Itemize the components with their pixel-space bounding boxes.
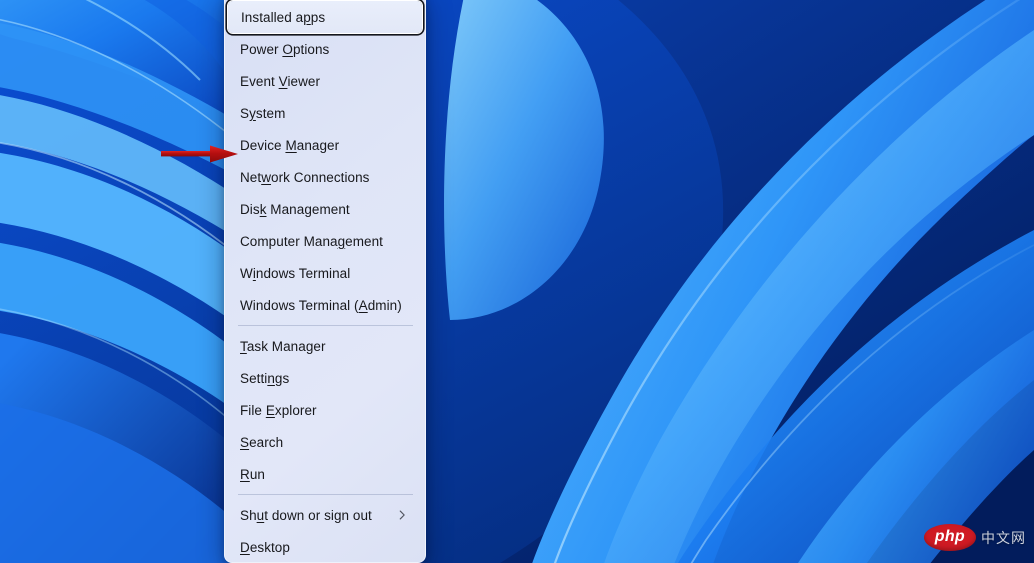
menu-item-system[interactable]: System (227, 97, 423, 129)
menu-item-label: File Explorer (240, 402, 317, 418)
menu-item-installed-apps[interactable]: Installed apps (228, 1, 422, 33)
menu-item-power-options[interactable]: Power Options (227, 33, 423, 65)
menu-item-device-manager[interactable]: Device Manager (227, 129, 423, 161)
menu-separator (238, 494, 413, 495)
menu-item-label: Event Viewer (240, 73, 321, 89)
menu-item-label: Settings (240, 370, 290, 386)
menu-item-label: Installed apps (241, 9, 326, 25)
menu-item-label: Computer Management (240, 233, 383, 249)
desktop-screen: Installed apps Power Options Event Viewer S… (0, 0, 1034, 563)
menu-item-label: System (240, 105, 286, 121)
menu-item-shut-down-or-sign-out[interactable]: Shut down or sign out (227, 499, 423, 531)
menu-item-label: Disk Management (240, 201, 350, 217)
menu-item-computer-management[interactable]: Computer Management (227, 225, 423, 257)
menu-separator (238, 325, 413, 326)
menu-item-label: Run (240, 466, 265, 482)
menu-item-event-viewer[interactable]: Event Viewer (227, 65, 423, 97)
menu-item-label: Shut down or sign out (240, 507, 372, 523)
chevron-right-icon (395, 508, 409, 522)
menu-item-desktop[interactable]: Desktop (227, 531, 423, 562)
desktop-wallpaper (0, 0, 1034, 563)
menu-item-network-connections[interactable]: Network Connections (227, 161, 423, 193)
menu-item-label: Device Manager (240, 137, 340, 153)
menu-item-task-manager[interactable]: Task Manager (227, 330, 423, 362)
menu-item-label: Desktop (240, 539, 290, 555)
menu-item-label: Windows Terminal (240, 265, 351, 281)
menu-item-run[interactable]: Run (227, 458, 423, 490)
menu-item-label: Search (240, 434, 284, 450)
win-x-context-menu[interactable]: Installed apps Power Options Event Viewer S… (224, 0, 426, 563)
menu-item-label: Power Options (240, 41, 330, 57)
menu-item-label: Task Manager (240, 338, 326, 354)
menu-item-search[interactable]: Search (227, 426, 423, 458)
menu-item-disk-management[interactable]: Disk Management (227, 193, 423, 225)
menu-item-settings[interactable]: Settings (227, 362, 423, 394)
wallpaper-bloom-art (0, 0, 1034, 563)
menu-item-windows-terminal-admin[interactable]: Windows Terminal (Admin) (227, 289, 423, 321)
menu-item-label: Windows Terminal (Admin) (240, 297, 402, 313)
menu-item-file-explorer[interactable]: File Explorer (227, 394, 423, 426)
menu-item-label: Network Connections (240, 169, 370, 185)
menu-item-list: Installed apps Power Options Event Viewer S… (225, 1, 425, 562)
menu-item-windows-terminal[interactable]: Windows Terminal (227, 257, 423, 289)
